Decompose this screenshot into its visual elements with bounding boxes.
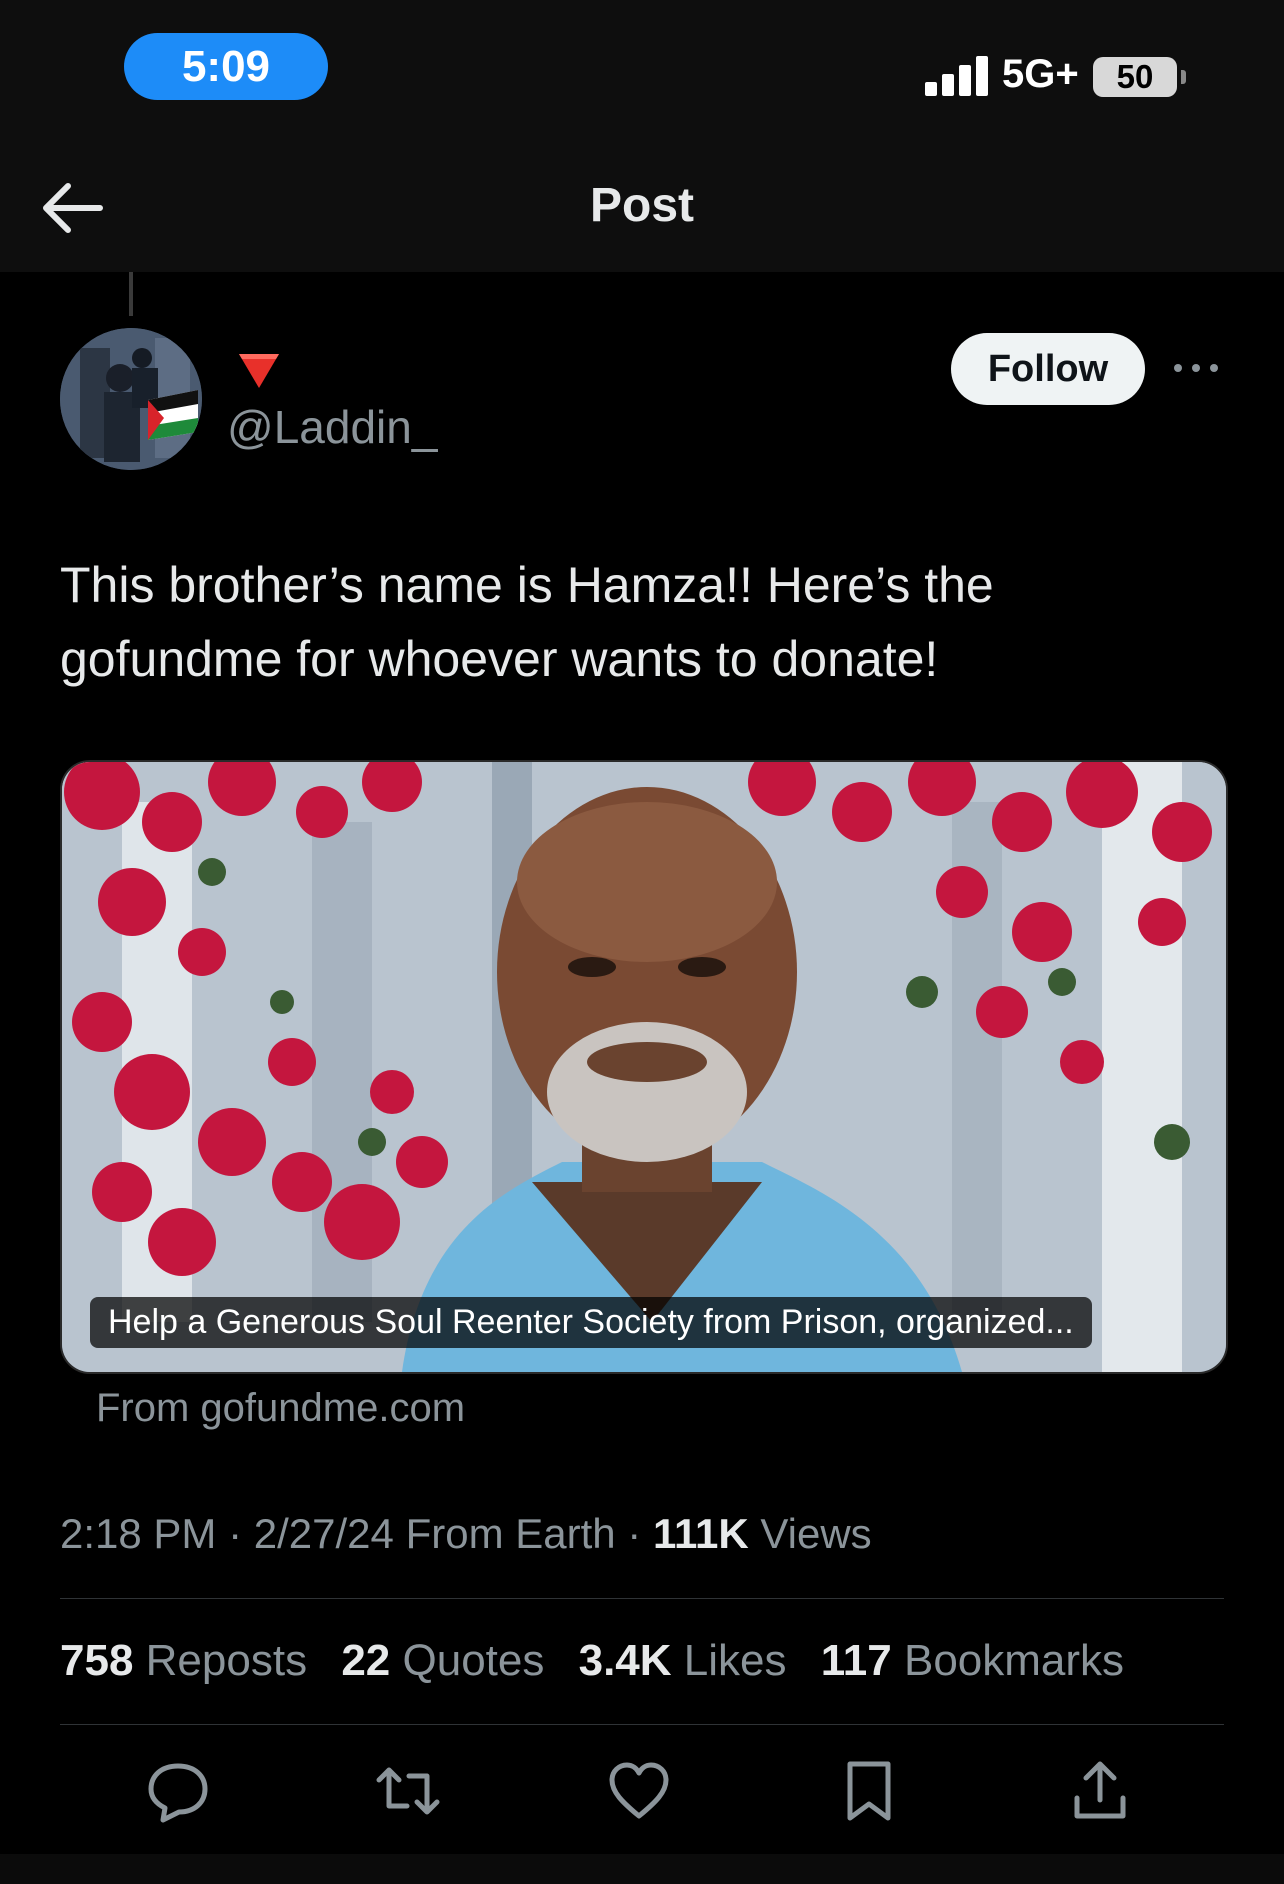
link-card-title: Help a Generous Soul Reenter Society fro… xyxy=(90,1297,1092,1348)
author-handle[interactable]: @Laddin_ xyxy=(227,400,437,454)
likes-stat[interactable]: 3.4K Likes xyxy=(579,1636,787,1685)
like-icon[interactable] xyxy=(604,1756,674,1826)
page-title: Post xyxy=(589,179,694,232)
tweet-location: From Earth xyxy=(405,1510,616,1557)
ellipsis-icon[interactable] xyxy=(1172,353,1222,383)
views-label: Views xyxy=(760,1510,872,1557)
card-image xyxy=(62,762,1226,1372)
tweet-text: This brother’s name is Hamza!! Here’s th… xyxy=(60,557,994,687)
quotes-stat[interactable]: 22 Quotes xyxy=(341,1636,544,1685)
avatar[interactable] xyxy=(60,328,202,470)
tweet-date: 2/27/24 xyxy=(253,1510,394,1557)
follow-button[interactable]: Follow xyxy=(951,333,1145,405)
link-card-source[interactable]: From gofundme.com xyxy=(96,1386,465,1431)
bookmarks-stat[interactable]: 117 Bookmarks xyxy=(821,1636,1124,1685)
signal-icon xyxy=(925,52,991,96)
red-triangle-icon xyxy=(236,350,282,390)
reposts-stat[interactable]: 758 Reposts xyxy=(60,1636,307,1685)
network-label: 5G+ xyxy=(1002,52,1079,96)
thread-line xyxy=(129,272,133,316)
divider xyxy=(60,1724,1224,1725)
tweet-meta: 2:18 PM · 2/27/24 From Earth · 111K View… xyxy=(60,1510,872,1557)
engagement-stats: 758 Reposts 22 Quotes 3.4K Likes 117 Boo… xyxy=(60,1636,1146,1686)
divider xyxy=(60,1598,1224,1599)
share-icon[interactable] xyxy=(1065,1756,1135,1826)
bottom-bar xyxy=(0,1854,1284,1884)
repost-icon[interactable] xyxy=(373,1756,443,1826)
link-card[interactable]: Help a Generous Soul Reenter Society fro… xyxy=(60,760,1228,1374)
bookmark-icon[interactable] xyxy=(834,1756,904,1826)
status-time[interactable]: 5:09 xyxy=(124,33,328,100)
reply-icon[interactable] xyxy=(143,1756,213,1826)
tweet-time: 2:18 PM xyxy=(60,1510,217,1557)
action-bar xyxy=(0,1756,1284,1826)
battery-icon: 50 xyxy=(1093,57,1177,97)
battery-nub xyxy=(1181,70,1186,84)
views-count: 111K xyxy=(652,1510,749,1557)
